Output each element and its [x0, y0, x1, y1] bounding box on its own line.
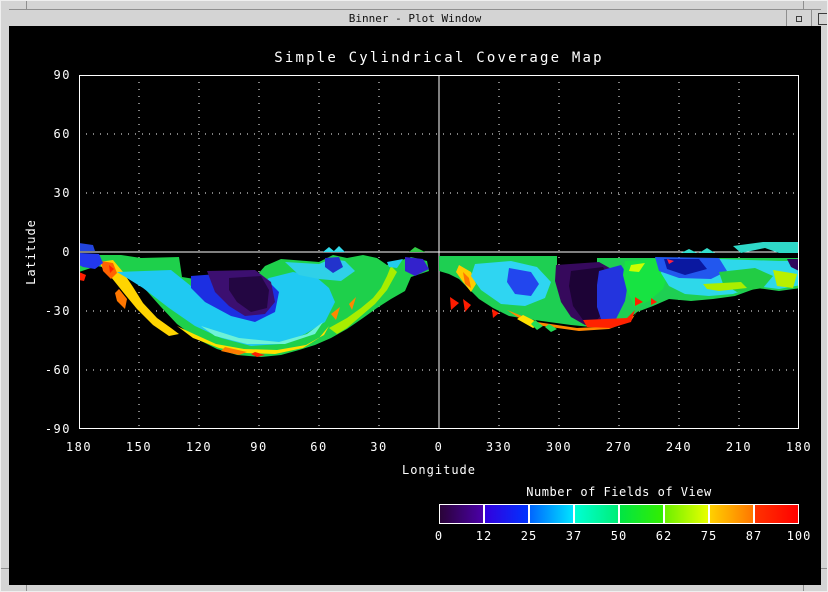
y-tick-label: -90 — [9, 422, 71, 436]
y-tick-label: 0 — [9, 245, 71, 259]
region-west-speck-cyan1 — [323, 247, 335, 252]
frame-corner-mark — [803, 585, 804, 592]
x-tick-label: 180 — [55, 440, 103, 454]
colorbar-tick-label: 87 — [746, 529, 762, 543]
region-west-rim-red-edge — [79, 272, 86, 281]
colorbar-segment — [483, 505, 528, 523]
x-tick-label: 30 — [355, 440, 403, 454]
x-tick-label: 90 — [235, 440, 283, 454]
frame-corner-mark — [26, 585, 27, 592]
region-north-strip-cyan — [733, 242, 799, 253]
colorbar-segment — [573, 505, 618, 523]
frame-corner-mark — [821, 568, 828, 569]
colorbar-tick-label: 100 — [787, 529, 812, 543]
colorbar — [439, 504, 799, 524]
x-tick-label: 180 — [775, 440, 823, 454]
x-tick-label: 210 — [715, 440, 763, 454]
colorbar-segment — [618, 505, 663, 523]
colorbar-tick-label: 50 — [611, 529, 627, 543]
colorbar-segment — [708, 505, 753, 523]
region-west-speck-green — [409, 247, 425, 252]
region-west-speck-cyan2 — [333, 246, 345, 252]
frame-corner-mark — [1, 568, 9, 569]
frame-corner-mark — [803, 1, 804, 9]
x-tick-label: 150 — [115, 440, 163, 454]
colorbar-tick-label: 62 — [656, 529, 672, 543]
colorbar-tick-label: 12 — [476, 529, 492, 543]
minimize-button[interactable] — [786, 10, 811, 27]
minimize-icon — [796, 16, 802, 22]
x-axis-label: Longitude — [79, 463, 799, 477]
x-tick-label: 120 — [175, 440, 223, 454]
colorbar-segment — [440, 505, 483, 523]
colorbar-tick-label: 0 — [435, 529, 443, 543]
x-tick-label: 270 — [595, 440, 643, 454]
colorbar-segment — [528, 505, 573, 523]
coverage-map — [79, 75, 799, 429]
y-tick-label: 90 — [9, 68, 71, 82]
y-tick-label: 60 — [9, 127, 71, 141]
x-tick-label: 300 — [535, 440, 583, 454]
x-tick-label: 60 — [295, 440, 343, 454]
region-west-edge-blue-patch — [79, 253, 103, 269]
x-tick-label: 330 — [475, 440, 523, 454]
y-axis-label: Latitude — [24, 219, 38, 285]
y-tick-label: -60 — [9, 363, 71, 377]
plot-title: Simple Cylindrical Coverage Map — [79, 50, 799, 66]
colorbar-tick-label: 25 — [521, 529, 537, 543]
plot-canvas: Simple Cylindrical Coverage Map 9060300-… — [9, 26, 821, 585]
region-north-speck1 — [681, 249, 697, 253]
x-tick-label: 0 — [415, 440, 463, 454]
colorbar-tick-label: 75 — [701, 529, 717, 543]
x-tick-label: 240 — [655, 440, 703, 454]
y-tick-label: 30 — [9, 186, 71, 200]
colorbar-segment — [663, 505, 708, 523]
region-east-red-tri2 — [463, 299, 471, 312]
titlebar[interactable]: Binner - Plot Window — [9, 9, 821, 26]
maximize-button[interactable] — [811, 10, 828, 27]
region-north-speck2 — [699, 248, 715, 253]
colorbar-tick-label: 37 — [566, 529, 582, 543]
region-east-red-tri1 — [450, 297, 459, 310]
colorbar-segment — [753, 505, 798, 523]
window-title: Binner - Plot Window — [9, 11, 821, 26]
maximize-icon — [818, 13, 828, 25]
y-tick-label: -30 — [9, 304, 71, 318]
colorbar-title: Number of Fields of View — [439, 485, 799, 499]
window-frame: Binner - Plot Window Simple Cylindrical … — [0, 0, 828, 592]
region-west-above-eq-blue — [79, 243, 95, 251]
